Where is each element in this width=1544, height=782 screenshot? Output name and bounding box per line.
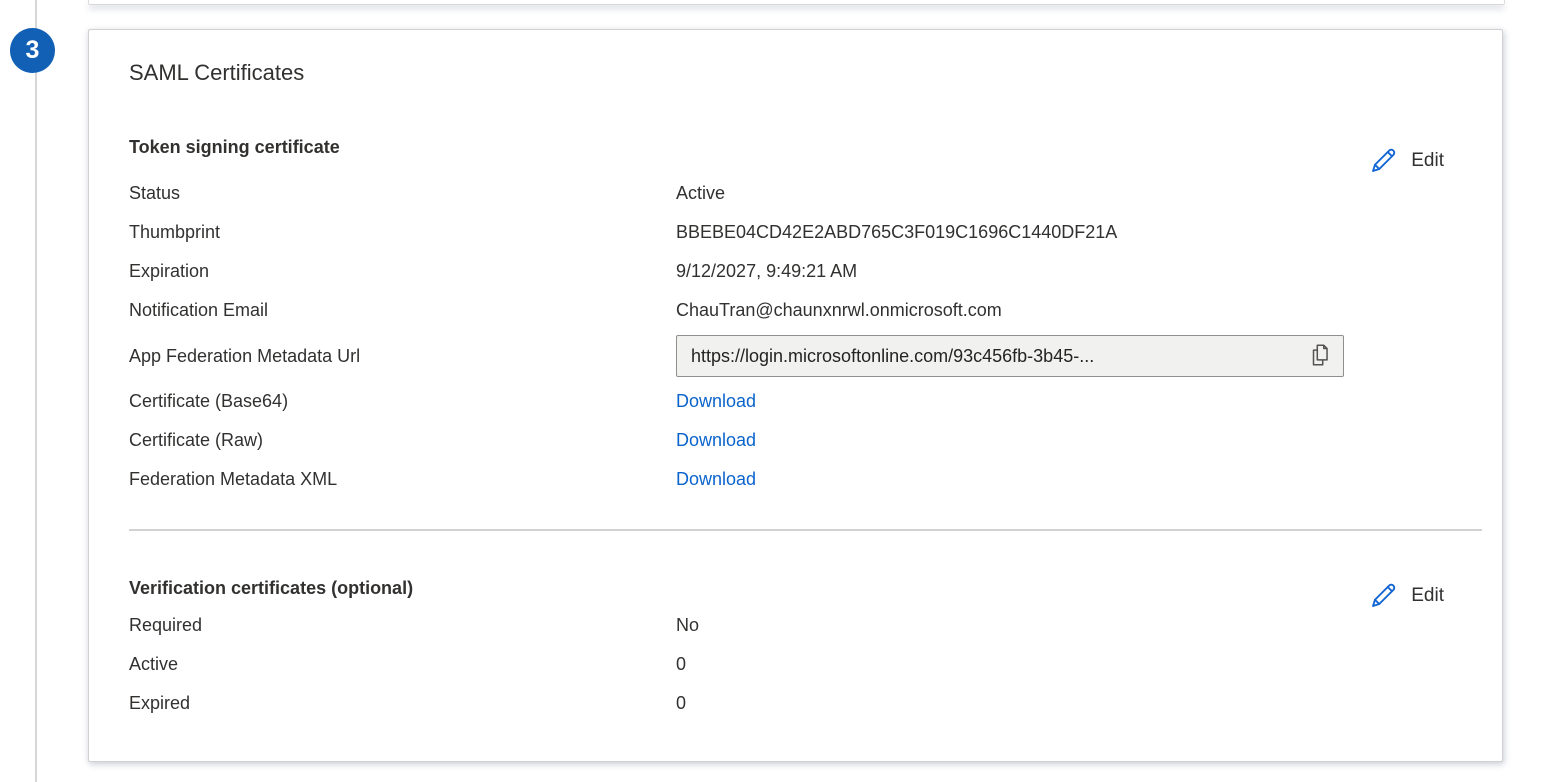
metadata-url-box: [676, 335, 1344, 377]
step-connector-line: [35, 0, 37, 782]
saml-certificates-card: SAML Certificates Edit Edit: [88, 29, 1503, 762]
row-label: Notification Email: [129, 291, 676, 330]
download-certificate-raw-link[interactable]: Download: [676, 421, 756, 460]
row-label: Expired: [129, 684, 676, 723]
row-label: Required: [129, 606, 676, 645]
edit-button-label: Edit: [1411, 585, 1444, 607]
active-count-row: Active 0: [129, 645, 1482, 684]
copy-metadata-url-button[interactable]: [1309, 342, 1331, 371]
thumbprint-value: BBEBE04CD42E2ABD765C3F019C1696C1440DF21A: [676, 213, 1117, 252]
required-row: Required No: [129, 606, 1482, 645]
download-federation-metadata-xml-link[interactable]: Download: [676, 460, 756, 499]
certificate-raw-row: Certificate (Raw) Download: [129, 421, 1482, 460]
row-label: Expiration: [129, 252, 676, 291]
pencil-icon: [1368, 146, 1398, 176]
card-title: SAML Certificates: [129, 58, 1482, 88]
notification-email-row: Notification Email ChauTran@chaunxnrwl.o…: [129, 291, 1482, 330]
row-label: Active: [129, 645, 676, 684]
edit-button-label: Edit: [1411, 150, 1444, 172]
verification-certificates-heading: Verification certificates (optional): [129, 575, 1482, 601]
previous-card-bottom-edge: [88, 0, 1505, 5]
row-label: App Federation Metadata Url: [129, 330, 676, 382]
row-label: Certificate (Base64): [129, 382, 676, 421]
expiration-value: 9/12/2027, 9:49:21 AM: [676, 252, 857, 291]
row-label: Certificate (Raw): [129, 421, 676, 460]
active-count-value: 0: [676, 645, 686, 684]
expired-count-value: 0: [676, 684, 686, 723]
row-label: Federation Metadata XML: [129, 460, 676, 499]
edit-verification-certificates-button[interactable]: Edit: [1368, 581, 1444, 611]
required-value: No: [676, 606, 699, 645]
expiration-row: Expiration 9/12/2027, 9:49:21 AM: [129, 252, 1482, 291]
download-certificate-base64-link[interactable]: Download: [676, 382, 756, 421]
status-row: Status Active: [129, 174, 1482, 213]
thumbprint-row: Thumbprint BBEBE04CD42E2ABD765C3F019C169…: [129, 213, 1482, 252]
expired-count-row: Expired 0: [129, 684, 1482, 723]
edit-token-signing-certificate-button[interactable]: Edit: [1368, 146, 1444, 176]
notification-email-value: ChauTran@chaunxnrwl.onmicrosoft.com: [676, 291, 1002, 330]
sso-setup-page: 3 SAML Certificates Edit: [0, 0, 1544, 782]
row-label: Status: [129, 174, 676, 213]
row-label: Thumbprint: [129, 213, 676, 252]
status-value: Active: [676, 174, 725, 213]
certificate-base64-row: Certificate (Base64) Download: [129, 382, 1482, 421]
step-number-badge: 3: [10, 28, 55, 73]
section-divider: [129, 529, 1482, 531]
metadata-url-input[interactable]: [691, 346, 1299, 367]
pencil-icon: [1368, 581, 1398, 611]
federation-metadata-xml-row: Federation Metadata XML Download: [129, 460, 1482, 499]
copy-icon: [1309, 342, 1331, 371]
app-federation-metadata-url-row: App Federation Metadata Url: [129, 330, 1482, 382]
step-number: 3: [26, 36, 40, 65]
token-signing-certificate-heading: Token signing certificate: [129, 134, 1482, 160]
